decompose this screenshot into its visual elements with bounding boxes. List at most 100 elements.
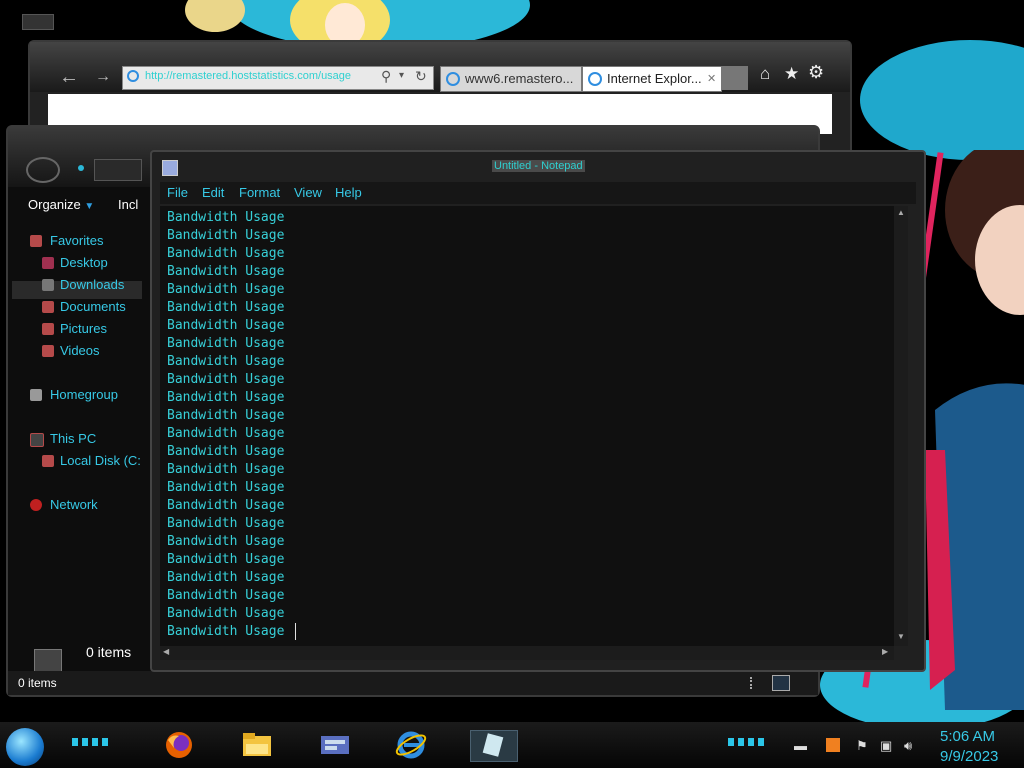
dropdown-arrow-icon: ▼ (84, 201, 95, 212)
menu-view[interactable]: View (294, 185, 322, 200)
downloads-icon (42, 279, 54, 291)
notepad-icon[interactable] (470, 730, 518, 762)
menu-file[interactable]: File (167, 185, 188, 200)
include-in-library-button[interactable]: Incl (118, 197, 138, 212)
start-button[interactable] (6, 728, 44, 766)
window-title: Untitled - Notepad (492, 160, 585, 172)
text-line: Bandwidth Usage (167, 336, 285, 351)
organize-button[interactable]: Organize ▼ (14, 193, 108, 217)
text-line: Bandwidth Usage (167, 210, 285, 225)
text-line: Bandwidth Usage (167, 246, 285, 261)
explorer-address-bar[interactable] (94, 159, 142, 181)
taskbar-decoration (72, 738, 112, 746)
clock-time[interactable]: 5:06 AM (940, 728, 995, 745)
nav-favorites[interactable]: Favorites (50, 233, 103, 248)
scroll-up-arrow-icon[interactable]: ▲ (897, 208, 905, 217)
explorer-status-bar: 0 items (8, 671, 818, 695)
back-arrow-icon[interactable]: ← (56, 64, 82, 90)
vertical-scrollbar[interactable]: ▲ ▼ (894, 206, 908, 646)
text-line: Bandwidth Usage (167, 516, 285, 531)
explorer-back-icon[interactable] (26, 157, 60, 183)
tab-internet-explorer[interactable]: Internet Explor... ✕ (582, 66, 722, 92)
text-line: Bandwidth Usage (167, 462, 285, 477)
network-status-icon[interactable]: ▣ (880, 738, 892, 754)
text-line: Bandwidth Usage (167, 498, 285, 513)
text-line: Bandwidth Usage (167, 606, 285, 621)
address-url: http://remastered.hoststatistics.com/usa… (145, 70, 352, 82)
menu-bar: File Edit Format View Help (160, 182, 916, 204)
text-caret (295, 623, 296, 640)
menu-format[interactable]: Format (239, 185, 280, 200)
menu-edit[interactable]: Edit (202, 185, 224, 200)
action-center-flag-icon[interactable]: ⚑ (856, 738, 868, 754)
forward-arrow-icon[interactable]: → (90, 64, 116, 90)
documents-icon (42, 301, 54, 313)
internet-explorer-icon[interactable] (394, 730, 428, 760)
scroll-right-arrow-icon[interactable]: ▶ (882, 647, 888, 656)
file-explorer-icon[interactable] (240, 730, 274, 760)
text-line: Bandwidth Usage (167, 318, 285, 333)
taskbar-decoration (728, 738, 768, 746)
disk-icon (42, 455, 54, 467)
text-line: Bandwidth Usage (167, 300, 285, 315)
close-tab-icon[interactable]: ✕ (707, 67, 716, 91)
videos-icon (42, 345, 54, 357)
clock-date[interactable]: 9/9/2023 (940, 748, 998, 765)
nav-pictures[interactable]: Pictures (60, 321, 107, 336)
nav-downloads[interactable]: Downloads (60, 277, 124, 292)
tab-label: www6.remastero... (465, 71, 574, 86)
nav-videos[interactable]: Videos (60, 343, 100, 358)
notepad-app-icon[interactable] (162, 160, 178, 176)
favorites-star-icon[interactable]: ★ (784, 64, 799, 84)
tray-app-icon[interactable] (826, 738, 840, 752)
scroll-down-arrow-icon[interactable]: ▼ (897, 632, 905, 641)
network-icon (30, 499, 42, 511)
status-item-count: 0 items (18, 676, 57, 690)
text-line: Bandwidth Usage (167, 552, 285, 567)
home-icon[interactable]: ⌂ (760, 64, 770, 84)
notepad-window: Untitled - Notepad File Edit Format View… (150, 150, 926, 672)
text-line: Bandwidth Usage (167, 390, 285, 405)
desktop-icon (42, 257, 54, 269)
tab-label: Internet Explor... (607, 71, 702, 86)
horizontal-scrollbar[interactable]: ◀ ▶ (160, 646, 894, 660)
nav-local-disk[interactable]: Local Disk (C: (60, 453, 141, 468)
text-line: Bandwidth Usage (167, 480, 285, 495)
search-icon[interactable]: ⚲ (381, 68, 391, 85)
nav-desktop[interactable]: Desktop (60, 255, 108, 270)
organize-label: Organize (28, 197, 81, 212)
taskbar: ▬ ⚑ ▣ 🔊︎ 5:06 AM 9/9/2023 (0, 722, 1024, 768)
text-line: Bandwidth Usage (167, 264, 285, 279)
address-bar[interactable]: http://remastered.hoststatistics.com/usa… (122, 66, 434, 90)
nav-this-pc[interactable]: This PC (50, 431, 96, 446)
ie-tab-icon (588, 72, 602, 86)
new-tab-button[interactable] (722, 66, 748, 90)
volume-speaker-icon[interactable]: 🔊︎ (904, 738, 912, 754)
homegroup-icon (30, 389, 42, 401)
nav-documents[interactable]: Documents (60, 299, 126, 314)
desktop-icon-fragment[interactable] (22, 14, 54, 30)
star-icon (30, 235, 42, 247)
text-editor-area[interactable]: Bandwidth Usage Bandwidth Usage Bandwidt… (160, 206, 902, 646)
text-line: Bandwidth Usage (167, 372, 285, 387)
text-line: Bandwidth Usage (167, 282, 285, 297)
text-line: Bandwidth Usage (167, 228, 285, 243)
menu-help[interactable]: Help (335, 185, 362, 200)
settings-gear-icon[interactable]: ⚙ (808, 62, 824, 83)
nav-network[interactable]: Network (50, 497, 98, 512)
text-line: Bandwidth Usage (167, 426, 285, 441)
large-icons-view-icon[interactable] (772, 675, 790, 691)
character-artwork (925, 150, 1024, 710)
show-hidden-icons-icon[interactable]: ▬ (794, 738, 807, 753)
details-view-icon[interactable] (750, 677, 758, 689)
tab-remastero[interactable]: www6.remastero... (440, 66, 582, 92)
firefox-icon[interactable] (162, 730, 196, 760)
refresh-icon[interactable]: ↻ (415, 68, 427, 85)
control-panel-icon[interactable] (318, 730, 352, 760)
dropdown-arrow-icon[interactable]: ▾ (399, 70, 404, 81)
nav-homegroup[interactable]: Homegroup (50, 387, 118, 402)
browser-toolbar: ← → http://remastered.hoststatistics.com… (30, 42, 850, 92)
indicator-dot-icon (78, 165, 84, 171)
text-line: Bandwidth Usage (167, 624, 293, 639)
scroll-left-arrow-icon[interactable]: ◀ (163, 647, 169, 656)
